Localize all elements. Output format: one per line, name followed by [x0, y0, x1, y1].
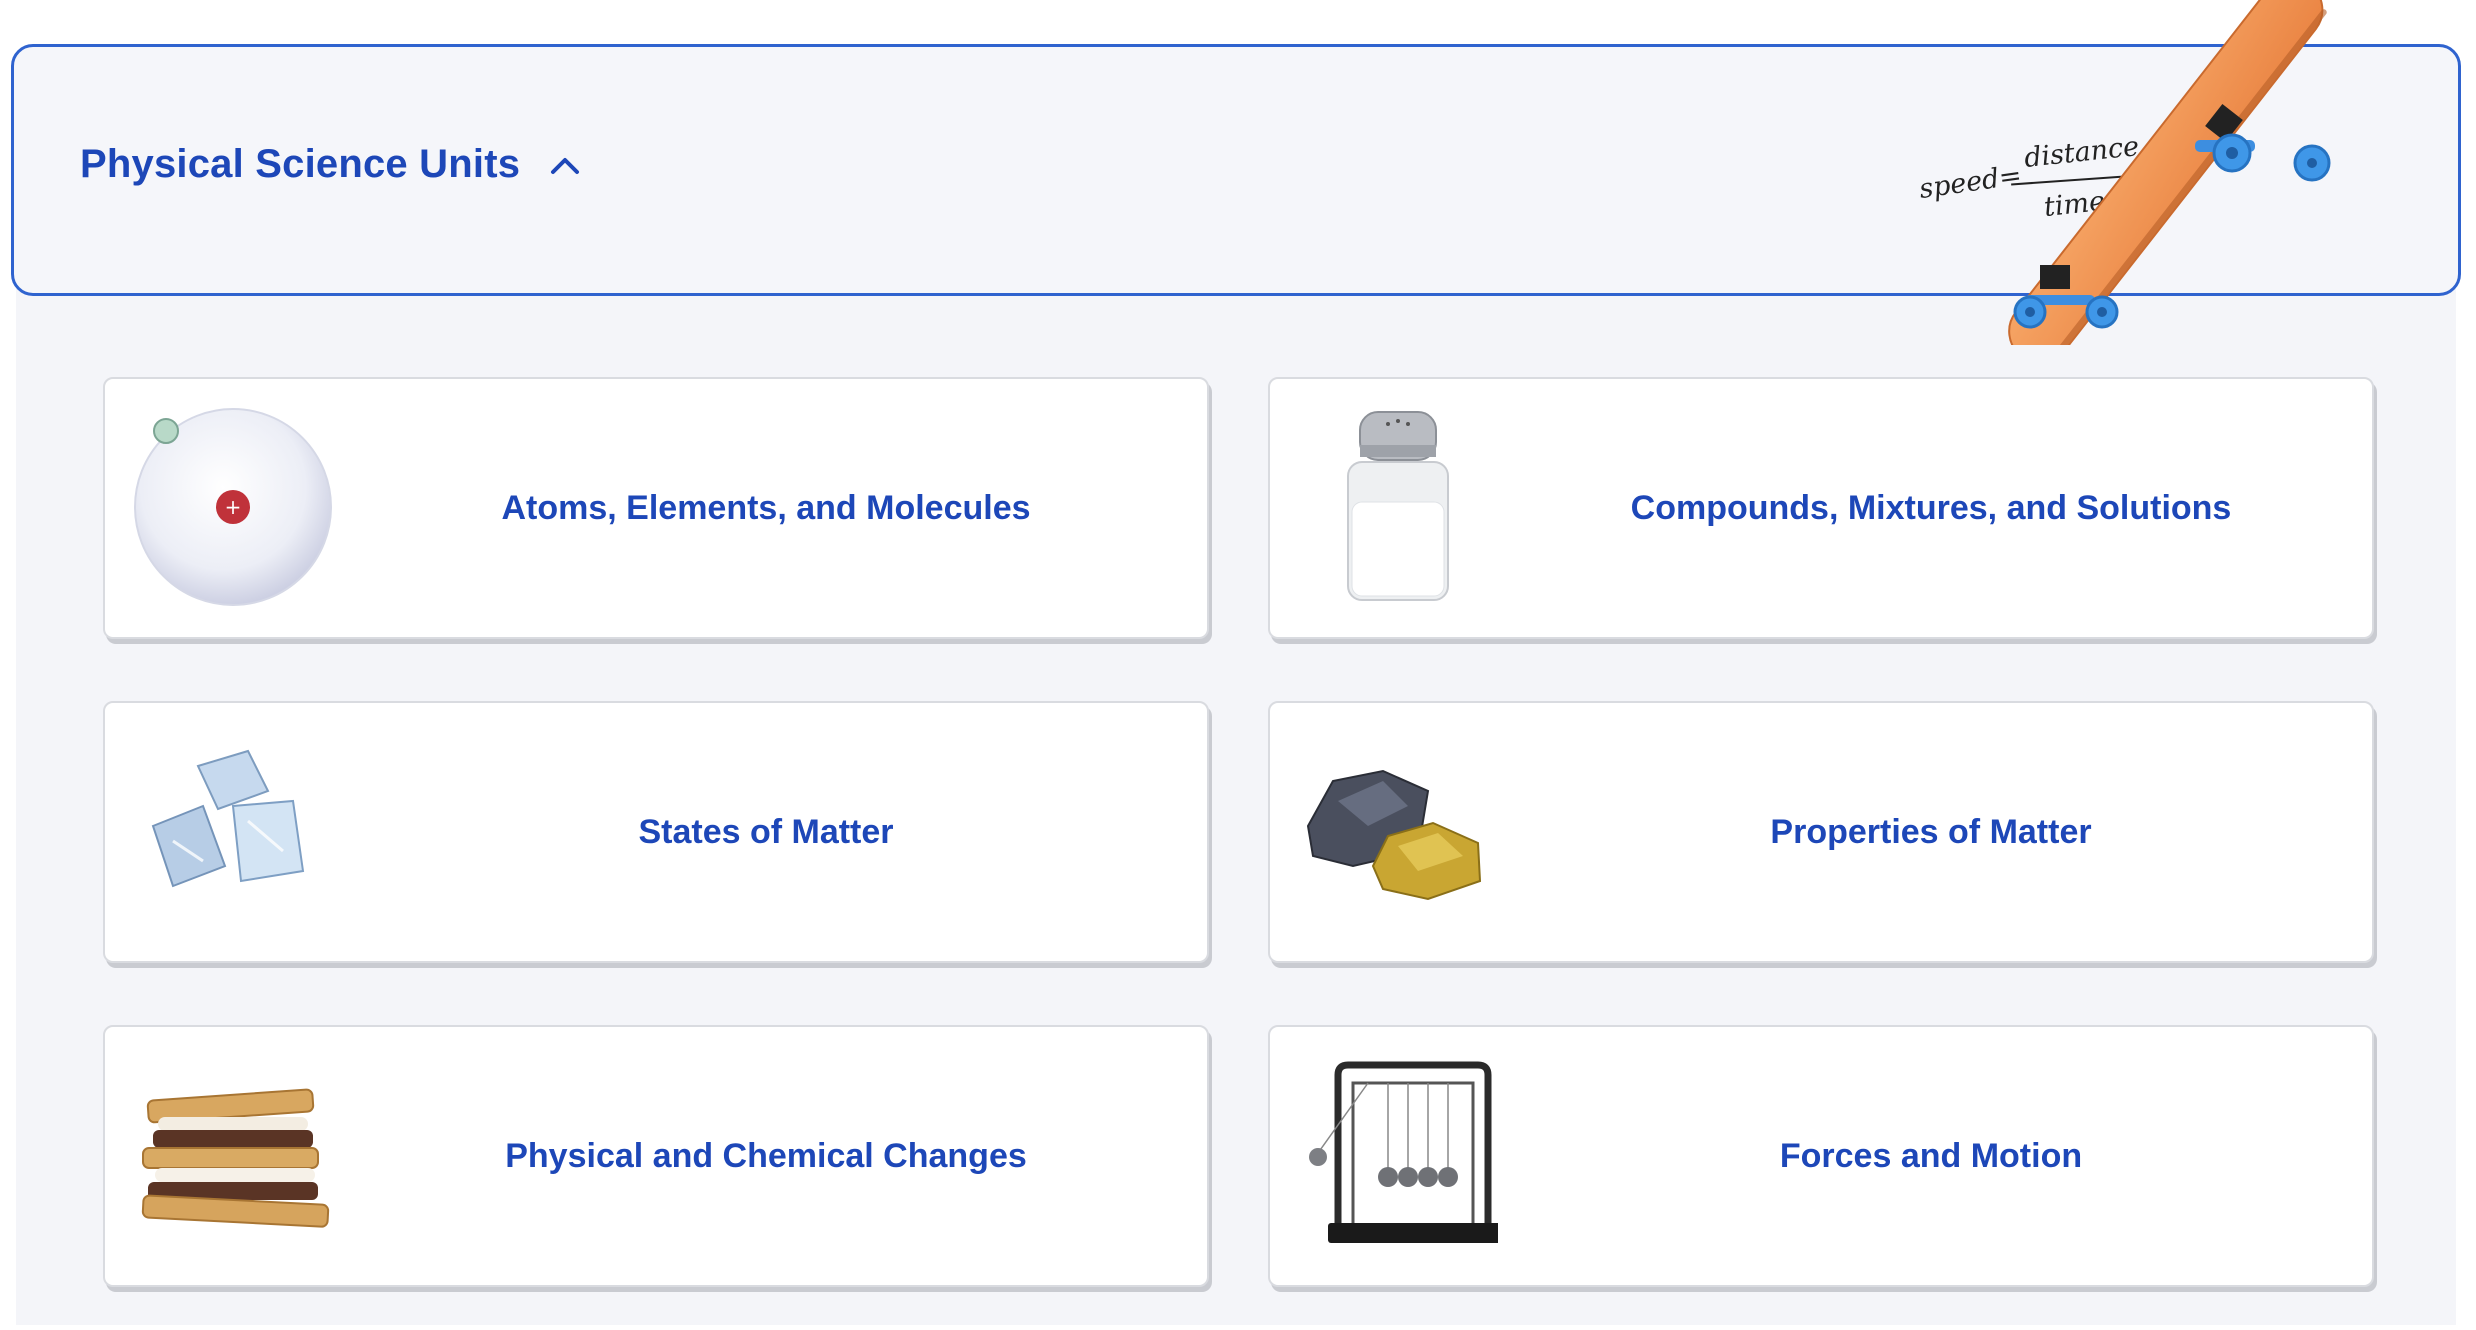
- newtons-cradle-icon: [1298, 1055, 1503, 1255]
- ice-cubes-icon: [133, 731, 333, 931]
- unit-card-label: Compounds, Mixtures, and Solutions: [1630, 488, 2232, 527]
- accordion-toggle[interactable]: Physical Science Units: [80, 142, 580, 187]
- salt-shaker-icon: [1298, 407, 1498, 607]
- page: Physical Science Units speed= distance t…: [0, 0, 2476, 1330]
- rocks-icon: [1298, 731, 1498, 931]
- unit-card-label: States of Matter: [638, 812, 894, 851]
- unit-card-label: Properties of Matter: [1770, 812, 2092, 851]
- unit-card-states[interactable]: States of Matter: [103, 701, 1209, 963]
- chevron-up-icon[interactable]: [550, 155, 580, 175]
- skateboard-icon: [1950, 0, 2380, 366]
- smores-icon: [133, 1055, 333, 1255]
- unit-card-compounds[interactable]: Compounds, Mixtures, and Solutions: [1268, 377, 2374, 639]
- unit-card-properties[interactable]: Properties of Matter: [1268, 701, 2374, 963]
- unit-card-atoms[interactable]: + Atoms, Elements, and Molecules: [103, 377, 1209, 639]
- unit-card-changes[interactable]: Physical and Chemical Changes: [103, 1025, 1209, 1287]
- unit-card-label: Atoms, Elements, and Molecules: [501, 488, 1031, 527]
- unit-card-forces[interactable]: Forces and Motion: [1268, 1025, 2374, 1287]
- atom-icon: +: [133, 407, 333, 607]
- unit-card-label: Physical and Chemical Changes: [505, 1136, 1027, 1175]
- svg-text:+: +: [225, 495, 242, 519]
- unit-card-label: Forces and Motion: [1779, 1136, 2083, 1175]
- section-title: Physical Science Units: [80, 142, 521, 186]
